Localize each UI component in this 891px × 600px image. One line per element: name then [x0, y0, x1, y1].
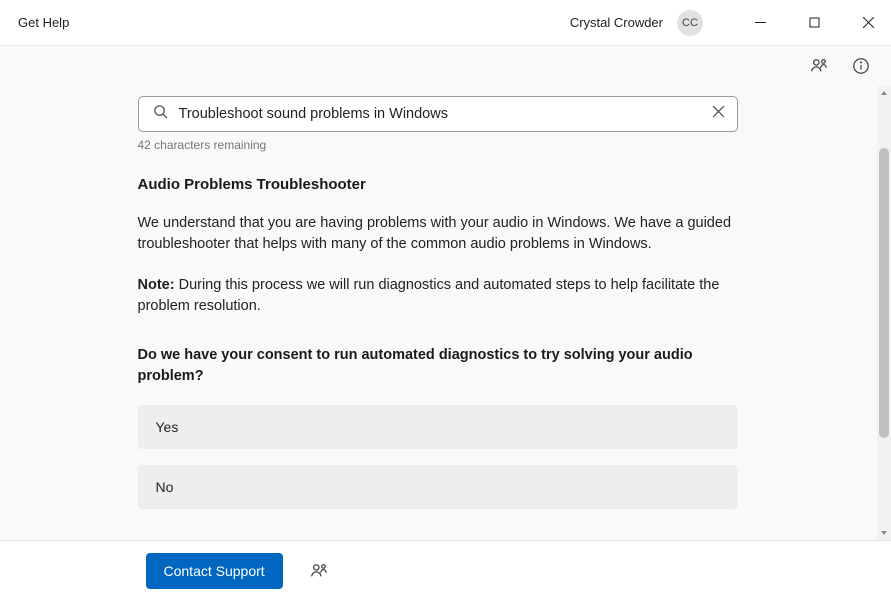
info-icon [852, 57, 870, 75]
bottom-bar: Contact Support [0, 540, 891, 600]
maximize-button[interactable] [791, 0, 837, 46]
user-name: Crystal Crowder [570, 15, 663, 30]
feedback-icon [310, 562, 328, 580]
contact-support-button[interactable]: Contact Support [146, 553, 283, 589]
option-yes[interactable]: Yes [138, 405, 738, 449]
feedback-icon [810, 57, 828, 75]
bottom-inner: Contact Support [146, 541, 746, 600]
scrollbar[interactable] [877, 86, 891, 540]
close-icon [863, 17, 874, 28]
maximize-icon [809, 17, 820, 28]
content-wrap: 42 characters remaining Audio Problems T… [0, 46, 891, 540]
titlebar-right: Crystal Crowder CC [570, 0, 891, 46]
chevron-down-icon [880, 529, 888, 537]
article-note: Note: During this process we will run di… [138, 275, 738, 317]
chevron-up-icon [880, 89, 888, 97]
content-inner: 42 characters remaining Audio Problems T… [138, 86, 738, 525]
toolbar [0, 46, 891, 86]
note-text: During this process we will run diagnost… [138, 277, 720, 314]
x-icon [712, 105, 725, 118]
consent-question: Do we have your consent to run automated… [138, 345, 738, 387]
close-button[interactable] [845, 0, 891, 46]
minimize-icon [755, 17, 766, 28]
search-input[interactable] [179, 106, 701, 122]
app-title: Get Help [18, 15, 69, 30]
search-icon [153, 104, 168, 124]
scroll-up-button[interactable] [877, 86, 891, 100]
clear-search-button[interactable] [712, 105, 725, 123]
feedback-button[interactable] [805, 52, 833, 80]
article-intro: We understand that you are having proble… [138, 213, 738, 255]
scroll-down-button[interactable] [877, 526, 891, 540]
search-box[interactable] [138, 96, 738, 132]
info-button[interactable] [847, 52, 875, 80]
scroll-thumb[interactable] [879, 148, 889, 438]
article: Audio Problems Troubleshooter We underst… [138, 176, 738, 525]
option-no[interactable]: No [138, 465, 738, 509]
article-heading: Audio Problems Troubleshooter [138, 176, 738, 193]
content: 42 characters remaining Audio Problems T… [0, 86, 875, 540]
minimize-button[interactable] [737, 0, 783, 46]
user-avatar[interactable]: CC [677, 10, 703, 36]
titlebar: Get Help Crystal Crowder CC [0, 0, 891, 46]
note-label: Note: [138, 277, 175, 293]
char-remaining: 42 characters remaining [138, 138, 738, 152]
footer-feedback-button[interactable] [305, 557, 333, 585]
